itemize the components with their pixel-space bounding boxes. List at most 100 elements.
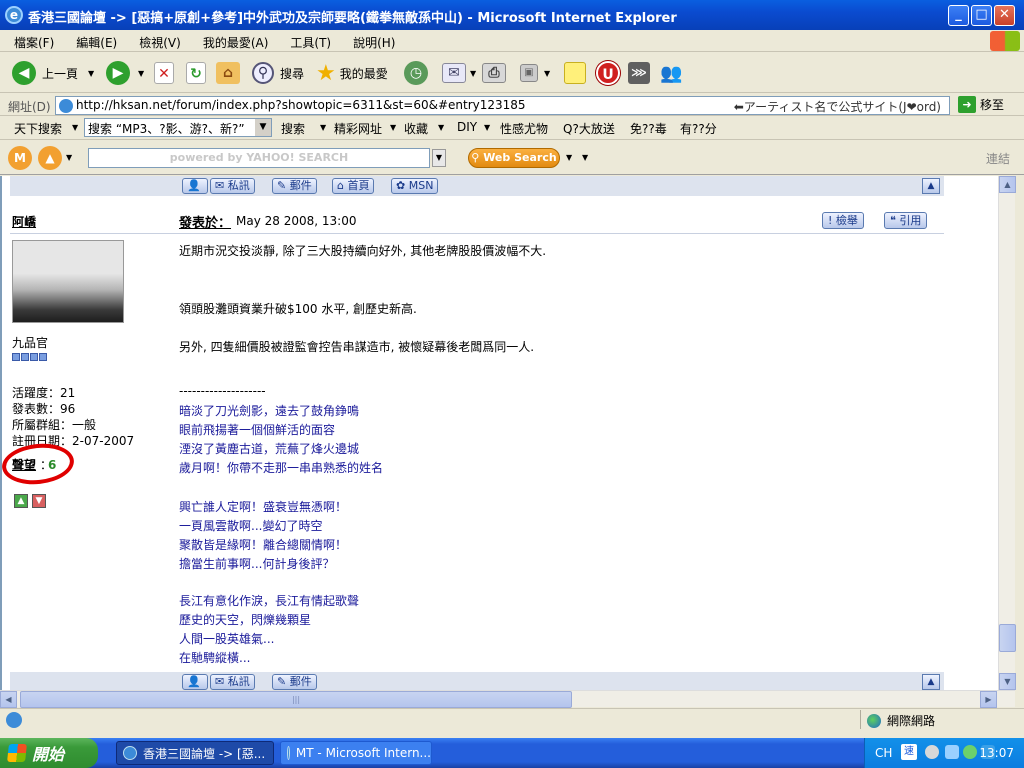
system-tray: CH 速 13:07 xyxy=(864,738,1024,768)
notes-button[interactable] xyxy=(564,60,586,86)
link-diy[interactable]: DIY xyxy=(457,120,477,134)
start-button[interactable]: 開始 xyxy=(0,738,98,768)
scroll-left-icon[interactable]: ◀ xyxy=(0,691,17,708)
email-button[interactable]: ✎ 郵件 xyxy=(272,178,317,194)
favorites-button[interactable]: ★ 我的最愛 xyxy=(316,60,388,86)
windows-flag-icon xyxy=(990,31,1020,51)
links-search-box-dropdown-icon[interactable]: ▼ xyxy=(255,119,271,136)
mail-dropdown-icon[interactable]: ▼ xyxy=(470,69,476,78)
history-button[interactable]: ◷ xyxy=(404,60,428,86)
messenger-button[interactable]: U xyxy=(596,60,620,86)
link-sexy[interactable]: 性感尤物 xyxy=(500,120,548,137)
refresh-button[interactable]: ↻ xyxy=(186,60,206,86)
menu-view[interactable]: 檢視(V) xyxy=(125,30,189,51)
signature-line: 暗淡了刀光劍影，遠去了鼓角錚鳴 xyxy=(179,404,360,418)
research-button[interactable]: ⋙ xyxy=(628,60,650,86)
scroll-up-icon[interactable]: ▲ xyxy=(999,176,1016,193)
maximize-button[interactable]: □ xyxy=(971,5,992,26)
profile-button[interactable]: 👤 xyxy=(182,674,208,690)
note-icon xyxy=(564,62,586,84)
link-collect[interactable]: 收藏 xyxy=(404,120,428,137)
yahoo-search-input[interactable]: powered by YAHOO! SEARCH xyxy=(88,148,430,168)
post-header: 阿嶠 發表於： May 28 2008, 13:00 ! 檢舉 ❝ 引用 xyxy=(10,208,944,234)
scroll-top-icon[interactable]: ▲ xyxy=(922,178,940,194)
link-search[interactable]: 搜索 xyxy=(281,120,305,137)
go-button[interactable]: ➜ 移至 xyxy=(958,96,1004,113)
back-button[interactable]: ◀ 上一頁 ▼ xyxy=(12,60,94,86)
search-button[interactable]: ⚲ 搜尋 xyxy=(252,60,304,86)
link-sites[interactable]: 精彩网址 xyxy=(334,120,382,137)
back-dropdown-icon[interactable]: ▼ xyxy=(88,69,94,78)
pm-button[interactable]: ✉ 私訊 xyxy=(210,674,255,690)
taskbar-item-mt[interactable]: MT - Microsoft Intern... xyxy=(280,741,432,765)
email-button[interactable]: ✎ 郵件 xyxy=(272,674,317,690)
scroll-right-icon[interactable]: ▶ xyxy=(980,691,997,708)
profile-button[interactable]: 👤 xyxy=(182,178,208,194)
address-input[interactable]: http://hksan.net/forum/index.php?showtop… xyxy=(55,96,950,115)
link-points[interactable]: 有??分 xyxy=(680,120,717,137)
rep-down-icon[interactable]: ▼ xyxy=(32,494,46,508)
tray-arrow-icon[interactable] xyxy=(925,745,939,759)
yahoo-search-dropdown-icon[interactable]: ▼ xyxy=(432,149,446,167)
yahoo-search-placeholder: powered by YAHOO! SEARCH xyxy=(169,151,349,164)
close-button[interactable]: ✕ xyxy=(994,5,1015,26)
msn-users-button[interactable]: 👥 xyxy=(660,60,682,86)
quote-label: 引用 xyxy=(899,214,922,227)
window-title: 香港三國論壇 -> [惡搞+原創+參考]中外武功及宗師要略(鐵拳無敵孫中山) -… xyxy=(28,11,677,26)
ime-mode[interactable]: 速 xyxy=(901,744,917,760)
edit-dropdown-icon[interactable]: ▼ xyxy=(544,69,550,78)
toolbar-options-icon[interactable]: ▼ xyxy=(582,153,588,162)
menu-tools[interactable]: 工具(T) xyxy=(276,30,339,51)
link-antivirus[interactable]: 免??毒 xyxy=(630,120,667,137)
pm-icon: ✉ xyxy=(215,675,225,688)
pm-button[interactable]: ✉ 私訊 xyxy=(210,178,255,194)
menu-file[interactable]: 檔案(F) xyxy=(0,30,62,51)
print-button[interactable]: ⎙ xyxy=(482,60,506,86)
pm-label: 私訊 xyxy=(227,179,250,192)
web-search-dropdown-icon[interactable]: ▼ xyxy=(566,153,572,162)
yahoo-up-icon[interactable]: ▲ xyxy=(38,146,62,170)
homepage-button[interactable]: ⌂ 首頁 xyxy=(332,178,375,194)
links-search-label[interactable]: 天下搜索 xyxy=(14,120,62,137)
signature-line: 興亡誰人定啊！盛衰豈無憑啊！ xyxy=(179,500,348,514)
horizontal-scrollbar[interactable]: ◀ ||| ▶ xyxy=(0,690,1015,708)
menu-favorites[interactable]: 我的最愛(A) xyxy=(189,30,277,51)
mail-button[interactable]: ✉ ▼ xyxy=(442,60,476,86)
quote-button[interactable]: ❝ 引用 xyxy=(884,212,928,229)
menu-edit[interactable]: 編輯(E) xyxy=(62,30,125,51)
minimize-button[interactable]: _ xyxy=(948,5,969,26)
yahoo-menu-dropdown-icon[interactable]: ▼ xyxy=(66,153,72,162)
vertical-scrollbar[interactable]: ▲ ▼ xyxy=(998,176,1016,690)
post-author[interactable]: 阿嶠 xyxy=(12,213,36,230)
back-arrow-icon: ◀ xyxy=(12,61,36,85)
edit-button[interactable]: ▣ ▼ xyxy=(520,60,550,86)
scroll-top-icon[interactable]: ▲ xyxy=(922,674,940,690)
stat-activity: 活躍度：21 xyxy=(12,386,76,400)
forward-button[interactable]: ▶ ▼ xyxy=(106,60,144,86)
yahoo-mail-icon[interactable]: M xyxy=(8,146,32,170)
tray-monitor-icon[interactable] xyxy=(945,745,959,759)
rep-up-icon[interactable]: ▲ xyxy=(14,494,28,508)
web-search-button[interactable]: ⚲ Web Search xyxy=(468,148,560,168)
taskbar-item-forum[interactable]: 香港三國論壇 -> [惡... xyxy=(116,741,274,765)
menu-help[interactable]: 說明(H) xyxy=(339,30,403,51)
go-arrow-icon: ➜ xyxy=(958,96,976,113)
yahoo-connect-link[interactable]: 連結 xyxy=(986,150,1010,167)
link-giveaway[interactable]: Q?大放送 xyxy=(563,120,615,137)
home-button[interactable]: ⌂ xyxy=(216,60,240,86)
report-button[interactable]: ! 檢舉 xyxy=(822,212,864,229)
forward-dropdown-icon[interactable]: ▼ xyxy=(138,69,144,78)
vertical-scroll-thumb[interactable] xyxy=(999,624,1016,652)
links-search-dropdown-icon[interactable]: ▼ xyxy=(72,123,78,132)
rank-pip-icon xyxy=(21,353,29,361)
email-label: 郵件 xyxy=(289,675,312,688)
links-search-input[interactable]: 搜索 “MP3、?影、游?、新?” ▼ xyxy=(84,118,272,137)
stop-button[interactable]: ✕ xyxy=(154,60,174,86)
tray-messenger-icon[interactable] xyxy=(963,745,977,759)
msn-button[interactable]: ✿ MSN xyxy=(391,178,439,194)
scroll-down-icon[interactable]: ▼ xyxy=(999,673,1016,690)
horizontal-scroll-thumb[interactable]: ||| xyxy=(20,691,572,708)
msn-icon: ✿ xyxy=(396,179,406,192)
pm-icon: ✉ xyxy=(215,179,225,192)
ime-language[interactable]: CH xyxy=(875,746,892,760)
